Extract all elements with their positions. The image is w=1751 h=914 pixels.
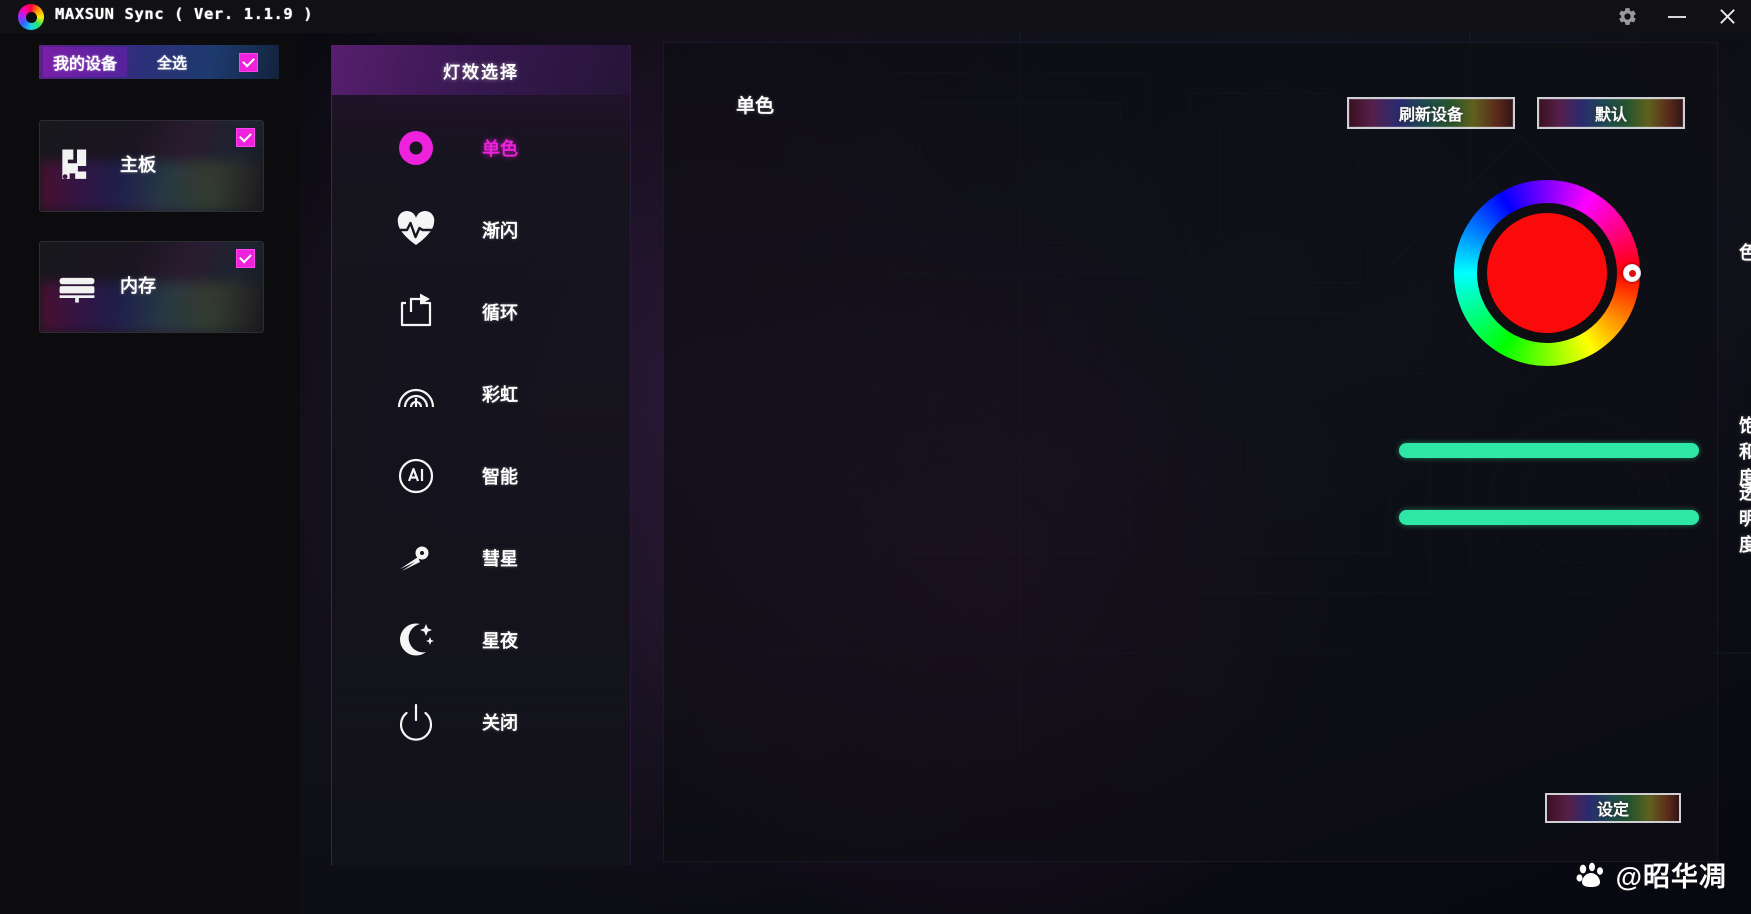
content-panel: 单色 刷新设备 默认 色相 0 饱和度 100 [663,42,1751,862]
hue-handle[interactable] [1623,264,1641,282]
rainbow-arc-icon [394,372,438,416]
effect-label: 循环 [482,303,518,323]
effects-panel-header: 灯效选择 [332,45,630,95]
effect-label: 彩虹 [482,385,518,405]
moon-stars-icon [394,618,438,662]
comet-icon [394,536,438,580]
effect-label: 关闭 [482,713,518,733]
device-checkbox-memory[interactable] [236,249,255,268]
ai-smart-icon [394,454,438,498]
close-button[interactable] [1713,3,1741,31]
window-title: MAXSUN Sync ( Ver. 1.1.9 ) [55,5,314,23]
sidebar: 我的设备 全选 主板 内存 [0,33,300,914]
selected-color-swatch [1487,213,1607,333]
minimize-icon [1668,15,1686,18]
heartbeat-pulse-icon [394,208,438,252]
gear-icon [1618,8,1636,25]
my-devices-label: 我的设备 [43,47,128,77]
content-mode-title: 单色 [736,96,775,117]
device-label: 内存 [120,276,156,296]
baidu-paw-icon [1576,862,1606,888]
set-button-label: 设定 [1596,802,1629,819]
default-button[interactable]: 默认 [1537,97,1685,129]
set-button[interactable]: 设定 [1545,793,1681,823]
select-all-label: 全选 [157,54,188,72]
hue-label: 色相 [1739,242,1751,263]
device-card-motherboard[interactable]: 主板 [39,120,264,212]
effects-panel-title: 灯效选择 [443,62,519,82]
watermark-text: @昭华凋 [1615,862,1727,892]
loop-arrow-icon [394,290,438,334]
effect-label: 星夜 [482,631,518,651]
effect-label: 智能 [482,467,518,487]
effect-item-rainbow[interactable]: 彩虹 [332,353,630,435]
effect-item-comet[interactable]: 彗星 [332,517,630,599]
close-icon [1719,9,1735,24]
app-logo [18,4,44,30]
solid-color-ring-icon [394,126,438,170]
effect-item-off[interactable]: 关闭 [332,681,630,763]
color-wheel[interactable] [1454,180,1641,366]
effects-panel: 灯效选择 单色 渐闪 循环 彩虹 智能 彗星 星夜 关闭 [331,45,631,865]
refresh-device-button[interactable]: 刷新设备 [1347,97,1515,129]
effect-item-solid-color[interactable]: 单色 [332,107,630,189]
transparency-slider[interactable] [1399,510,1699,525]
device-card-memory[interactable]: 内存 [39,241,264,333]
memory-ram-icon [54,264,100,310]
power-off-icon [394,700,438,744]
effects-list: 单色 渐闪 循环 彩虹 智能 彗星 星夜 关闭 [332,107,630,763]
sidebar-header: 我的设备 全选 [39,45,279,79]
effect-item-loop[interactable]: 循环 [332,271,630,353]
effect-label: 渐闪 [482,221,518,241]
device-label: 主板 [120,155,156,175]
effect-item-smart[interactable]: 智能 [332,435,630,517]
effect-label: 单色 [482,139,518,159]
saturation-slider-fill [1399,443,1699,458]
watermark: @昭华凋 [1576,855,1727,894]
transparency-label: 透明度 [1739,482,1751,555]
window-controls [1613,0,1741,33]
device-checkbox-motherboard[interactable] [236,128,255,147]
saturation-row: 饱和度 100 [1399,416,1751,488]
default-label: 默认 [1594,107,1627,124]
transparency-row: 透明度 100 [1399,483,1751,555]
maxsun-rgb-ring-logo-icon [18,4,44,30]
transparency-slider-fill [1399,510,1699,525]
saturation-slider[interactable] [1399,443,1699,458]
top-button-row: 刷新设备 默认 [1347,97,1685,129]
select-all-checkbox[interactable] [239,52,258,72]
settings-button[interactable] [1613,3,1641,31]
effect-item-flash[interactable]: 渐闪 [332,189,630,271]
refresh-device-label: 刷新设备 [1398,107,1463,124]
minimize-button[interactable] [1663,3,1691,31]
app-window: MAXSUN Sync ( Ver. 1.1.9 ) 我的设备 全选 主板 内存… [0,0,1751,914]
hue-row: 色相 0 [1739,238,1751,265]
effect-label: 彗星 [482,549,518,569]
motherboard-icon [54,143,100,189]
title-bar: MAXSUN Sync ( Ver. 1.1.9 ) [0,0,1751,33]
effect-item-starry-night[interactable]: 星夜 [332,599,630,681]
